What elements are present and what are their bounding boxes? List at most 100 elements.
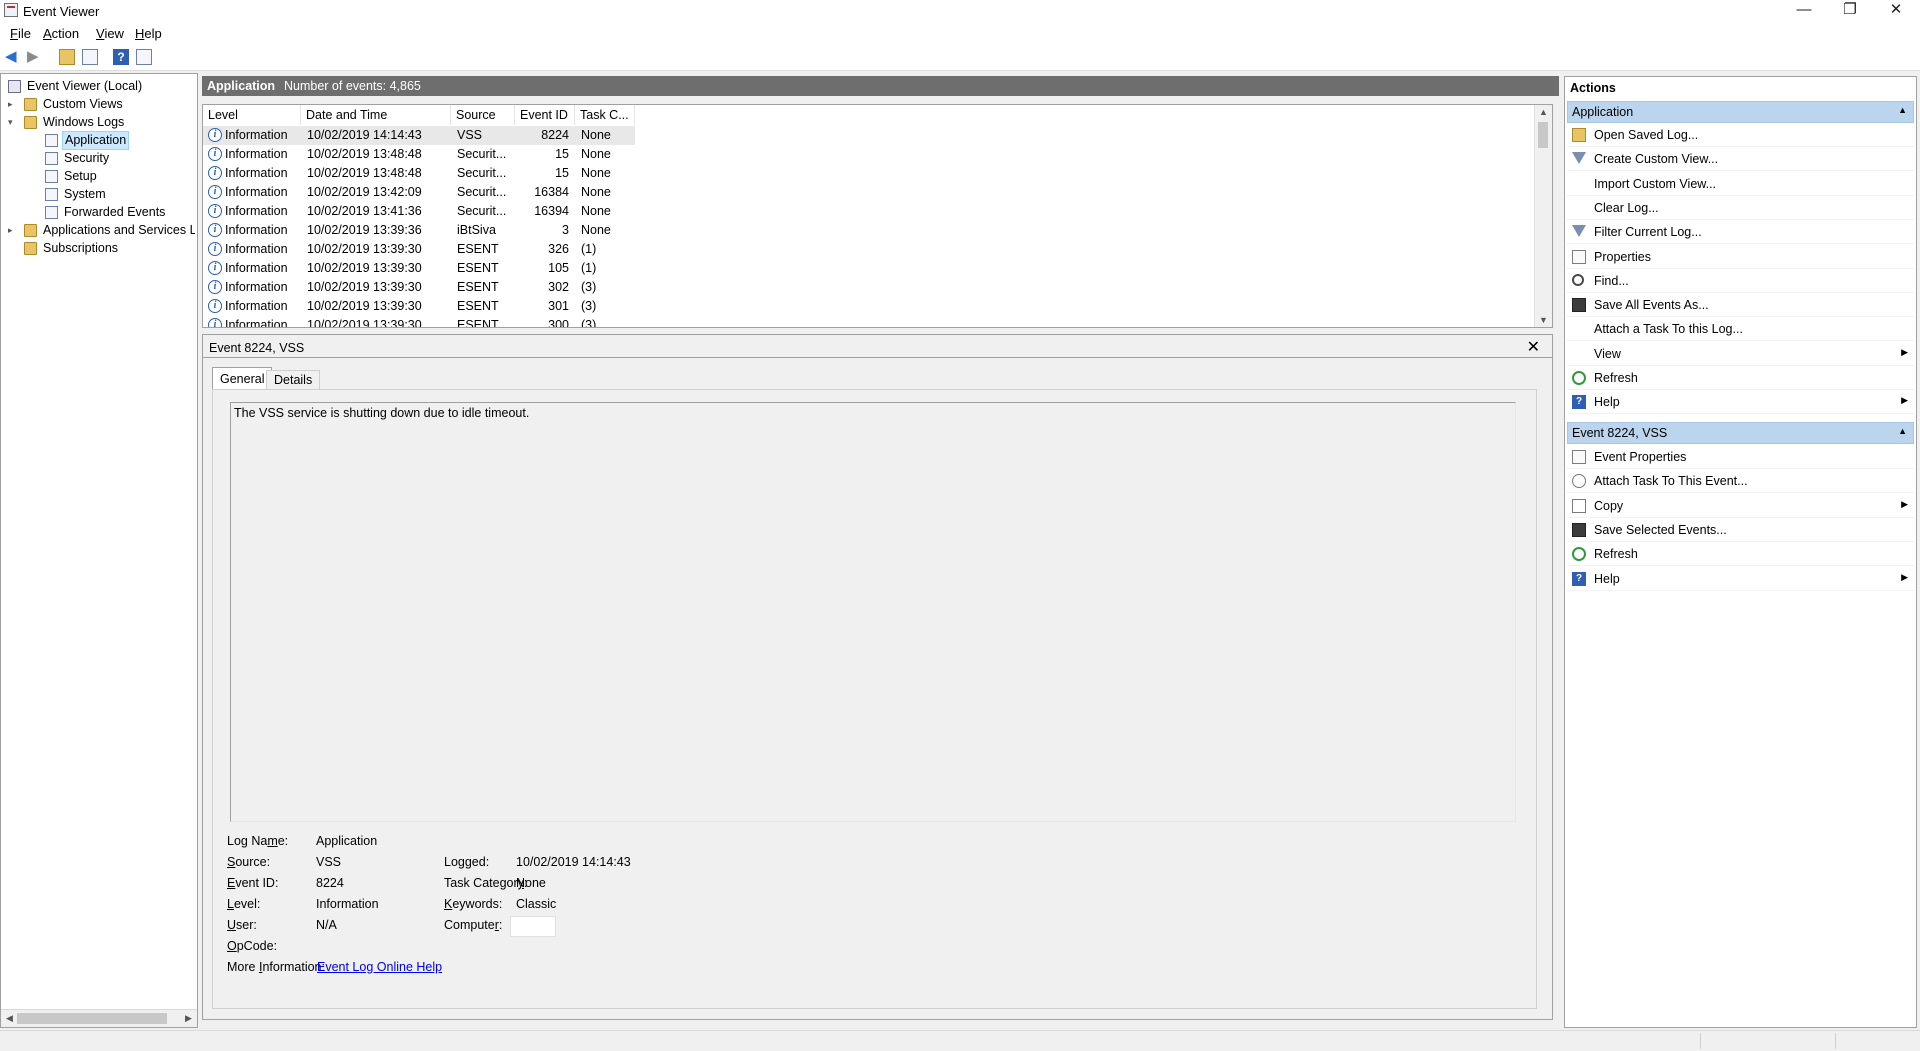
collapse-chevron-icon[interactable]: ▾ [8, 114, 18, 131]
tree-item-setup[interactable]: Setup [5, 168, 195, 185]
tab-general[interactable]: General [212, 367, 273, 389]
column-header-level[interactable]: Level [203, 105, 301, 125]
status-divider [1700, 1033, 1701, 1049]
table-row[interactable]: i Information 10/02/2019 13:39:30 ESENT 300 (… [203, 316, 635, 327]
open-folder-icon[interactable] [59, 49, 75, 65]
menu-action[interactable]: Action [43, 26, 79, 41]
tree-item-subscriptions[interactable]: Subscriptions [5, 240, 195, 257]
tree-item-forwarded-events[interactable]: Forwarded Events [5, 204, 195, 221]
scroll-down-arrow-icon[interactable]: ▼ [1535, 315, 1552, 325]
action-properties[interactable]: Properties [1567, 246, 1914, 269]
column-header-task-category[interactable]: Task C... [575, 105, 635, 125]
source-cell: ESENT [457, 280, 499, 294]
action-refresh[interactable]: Refresh [1567, 367, 1914, 390]
tab-details[interactable]: Details [266, 370, 321, 389]
action-save-all-events-as[interactable]: Save All Events As... [1567, 294, 1914, 318]
event-id-cell: 8224 [541, 128, 569, 142]
scroll-up-arrow-icon[interactable]: ▲ [1535, 107, 1552, 117]
menu-help[interactable]: Help [135, 26, 162, 41]
table-row[interactable]: i Information 10/02/2019 13:39:30 ESENT 302 (… [203, 278, 635, 297]
action-event-properties[interactable]: Event Properties [1567, 446, 1914, 469]
scrollbar-thumb[interactable] [17, 1013, 167, 1024]
column-header-date-time[interactable]: Date and Time [301, 105, 451, 125]
event-id-cell: 3 [562, 223, 569, 237]
action-label: Clear Log... [1594, 200, 1659, 215]
table-row[interactable]: i Information 10/02/2019 13:42:09 Securit..… [203, 183, 635, 202]
table-row[interactable]: i Information 10/02/2019 13:39:30 ESENT 301 (… [203, 297, 635, 316]
action-refresh[interactable]: Refresh [1567, 543, 1914, 567]
action-label: Attach Task To This Event... [1594, 474, 1748, 489]
source-cell: ESENT [457, 242, 499, 256]
table-row[interactable]: i Information 10/02/2019 13:39:36 iBtSiva 3 N… [203, 221, 635, 240]
actions-section-application[interactable]: Application ▲ [1567, 101, 1914, 123]
scroll-left-arrow-icon[interactable]: ◀ [1, 1013, 18, 1024]
action-find[interactable]: Find... [1567, 270, 1914, 293]
event-message-box[interactable]: The VSS service is shutting down due to … [230, 402, 1516, 822]
information-icon: i [208, 261, 222, 275]
close-icon[interactable]: ✕ [1527, 337, 1540, 357]
tree-item-windows-logs[interactable]: ▾ Windows Logs [5, 114, 195, 131]
tree-item-custom-views[interactable]: ▸ Custom Views [5, 96, 195, 113]
menu-file[interactable]: File [10, 26, 31, 41]
action-attach-a-task-to-this-log[interactable]: Attach a Task To this Log... [1567, 318, 1914, 342]
navigation-tree: Event Viewer (Local) ▸ Custom Views ▾ Wi… [0, 73, 198, 1028]
restore-button[interactable]: ❐ [1827, 0, 1873, 22]
scroll-right-arrow-icon[interactable]: ▶ [180, 1013, 197, 1024]
show-hide-action-pane-icon[interactable] [136, 49, 152, 65]
action-help[interactable]: ? Help ▶ [1567, 568, 1914, 591]
collapse-caret-icon[interactable]: ▲ [1898, 105, 1907, 115]
event-list-vertical-scrollbar[interactable]: ▲ ▼ [1534, 105, 1552, 327]
action-help[interactable]: ? Help ▶ [1567, 391, 1914, 415]
actions-section-event[interactable]: Event 8224, VSS ▲ [1567, 422, 1914, 444]
source-cell: VSS [457, 128, 483, 142]
task-icon [1572, 474, 1586, 489]
action-filter-current-log[interactable]: Filter Current Log... [1567, 221, 1914, 245]
save-icon [1572, 522, 1586, 537]
help-icon[interactable]: ? [113, 49, 129, 65]
collapse-caret-icon[interactable]: ▲ [1898, 426, 1907, 436]
tree-item-system[interactable]: System [5, 186, 195, 203]
action-clear-log[interactable]: Clear Log... [1567, 197, 1914, 220]
action-save-selected-events[interactable]: Save Selected Events... [1567, 519, 1914, 542]
action-label: Import Custom View... [1594, 176, 1717, 191]
tree-item-security[interactable]: Security [5, 150, 195, 167]
computer-label: Computer: [444, 918, 503, 932]
status-bar [0, 1030, 1920, 1051]
table-row[interactable]: i Information 10/02/2019 13:41:36 Securit..… [203, 202, 635, 221]
close-window-button[interactable]: ✕ [1873, 0, 1919, 22]
actions-title: Actions [1570, 81, 1616, 95]
level-cell: Information [225, 166, 288, 180]
column-header-event-id[interactable]: Event ID [515, 105, 575, 125]
datetime-cell: 10/02/2019 14:14:43 [307, 128, 422, 142]
action-open-saved-log[interactable]: Open Saved Log... [1567, 124, 1914, 147]
information-icon: i [208, 299, 222, 313]
minimize-button[interactable]: — [1781, 0, 1827, 22]
task-category-label: Task Category: [444, 876, 528, 890]
table-row[interactable]: i Information 10/02/2019 13:39:30 ESENT 105 (… [203, 259, 635, 278]
event-log-online-help-link[interactable]: Event Log Online Help [317, 960, 442, 974]
action-attach-task-to-this-event[interactable]: Attach Task To This Event... [1567, 470, 1914, 494]
table-row[interactable]: i Information 10/02/2019 13:48:48 Securit..… [203, 164, 635, 183]
expand-chevron-icon[interactable]: ▸ [8, 222, 18, 239]
action-view[interactable]: View ▶ [1567, 343, 1914, 366]
back-icon[interactable]: ◀ [5, 49, 21, 65]
submenu-arrow-icon: ▶ [1901, 395, 1908, 406]
event-list-header: Level Date and Time Source Event ID Task… [203, 105, 1533, 126]
action-import-custom-view[interactable]: Import Custom View... [1567, 173, 1914, 196]
forward-icon[interactable]: ▶ [27, 49, 43, 65]
tree-item-applications-and-services-logs[interactable]: ▸ Applications and Services Lo [5, 222, 195, 239]
action-create-custom-view[interactable]: Create Custom View... [1567, 148, 1914, 172]
column-header-source[interactable]: Source [451, 105, 515, 125]
table-row[interactable]: i Information 10/02/2019 13:48:48 Securit..… [203, 145, 635, 164]
tree-item-application[interactable]: Application [5, 131, 195, 150]
show-hide-tree-icon[interactable] [82, 49, 98, 65]
table-row[interactable]: i Information 10/02/2019 13:39:30 ESENT 326 (… [203, 240, 635, 259]
table-row[interactable]: i Information 10/02/2019 14:14:43 VSS 8224 No… [203, 126, 635, 145]
menu-view[interactable]: View [96, 26, 124, 41]
folder-icon [24, 224, 37, 237]
tree-horizontal-scrollbar[interactable]: ◀ ▶ [1, 1009, 197, 1027]
scrollbar-thumb[interactable] [1538, 122, 1548, 148]
action-copy[interactable]: Copy ▶ [1567, 495, 1914, 518]
event-id-cell: 301 [548, 299, 569, 313]
expand-chevron-icon[interactable]: ▸ [8, 96, 18, 113]
